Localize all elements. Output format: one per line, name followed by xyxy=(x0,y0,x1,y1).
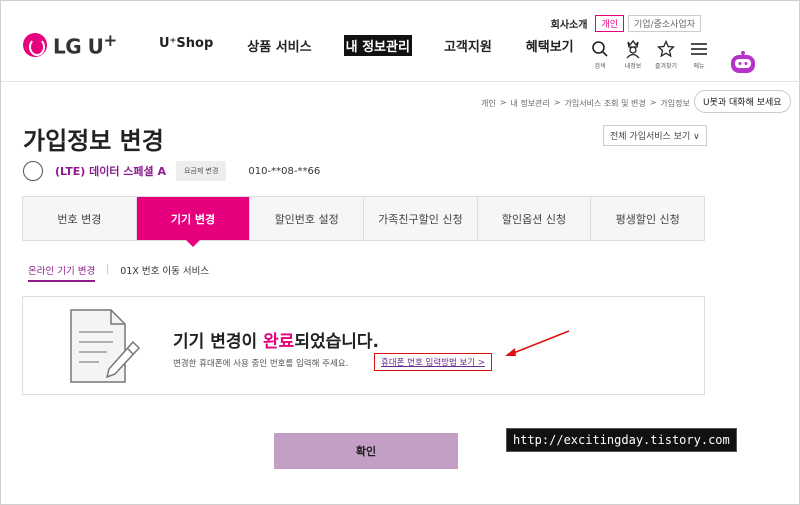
phone-number: 010-**08-**66 xyxy=(248,165,321,177)
menu-icon xyxy=(688,39,710,59)
subtab-online-device-change[interactable]: 온라인 기기 변경 xyxy=(28,263,96,282)
sub-tabs: 온라인 기기 변경 01X 번호 이동 서비스 xyxy=(28,263,209,282)
nav-benefits[interactable]: 혜택보기 xyxy=(524,35,576,56)
nav-my-info[interactable]: 내 정보관리 xyxy=(343,35,412,56)
my-info-button[interactable]: 내정보 xyxy=(622,39,644,70)
logo-plus: + xyxy=(103,31,117,50)
search-icon xyxy=(589,39,611,59)
breadcrumb-item[interactable]: 개인 xyxy=(481,98,496,109)
result-subtext: 변경한 휴대폰에 사용 중인 번호를 입력해 주세요. xyxy=(173,359,349,369)
header-divider xyxy=(1,81,800,82)
tab-device-change[interactable]: 기기 변경 xyxy=(136,197,251,247)
nav-products[interactable]: 상품 서비스 xyxy=(245,35,313,56)
plan-name: (LTE) 데이터 스페셜 A xyxy=(55,165,166,178)
search-button[interactable]: 검색 xyxy=(589,39,611,70)
user-avatar-icon xyxy=(23,161,43,181)
confirm-button[interactable]: 확인 xyxy=(274,433,458,469)
breadcrumb-separator: > xyxy=(649,98,657,107)
result-title-post: 되었습니다. xyxy=(294,332,379,352)
all-services-dropdown[interactable]: 전체 가입서비스 보기 ∨ xyxy=(603,125,707,146)
tab-discount-number[interactable]: 할인번호 설정 xyxy=(250,197,365,240)
result-title-pre: 기기 변경이 xyxy=(173,332,264,352)
page-frame: LG U+ U⁺Shop 상품 서비스 내 정보관리 고객지원 혜택보기 회사소… xyxy=(0,0,800,505)
lg-logo-mark-icon xyxy=(23,32,47,57)
lg-uplus-logo[interactable]: LG U+ xyxy=(23,31,117,59)
nav-support[interactable]: 고객지원 xyxy=(442,35,494,56)
breadcrumb: 개인 > 내 정보관리 > 가입서비스 조회 및 변경 > 가입정보 xyxy=(481,98,690,109)
main-nav: U⁺Shop 상품 서비스 내 정보관리 고객지원 혜택보기 xyxy=(157,35,606,56)
favorites-icon xyxy=(655,39,677,59)
menu-label: 메뉴 xyxy=(693,63,705,70)
util-nav: 회사소개 개인 기업/중소사업자 xyxy=(551,15,701,32)
result-title: 기기 변경이 완료되었습니다. xyxy=(173,327,379,352)
tab-family-discount[interactable]: 가족친구할인 신청 xyxy=(364,197,478,240)
change-plan-button[interactable]: 요금제 변경 xyxy=(175,161,227,181)
result-title-highlight: 완료 xyxy=(263,332,295,352)
my-info-label: 내정보 xyxy=(624,63,642,70)
watermark-url: http://excitingday.tistory.com xyxy=(506,428,737,452)
business-tab[interactable]: 기업/중소사업자 xyxy=(628,15,701,32)
breadcrumb-item[interactable]: 가입서비스 조회 및 변경 xyxy=(564,98,645,109)
tab-lifetime-discount[interactable]: 평생할인 신청 xyxy=(591,197,704,240)
header-icons: 검색 내정보 즐겨찾기 메뉴 xyxy=(589,39,710,70)
favorites-button[interactable]: 즐겨찾기 xyxy=(655,39,677,70)
breadcrumb-separator: > xyxy=(553,98,561,107)
plan-info: (LTE) 데이터 스페셜 A 요금제 변경 010-**08-**66 xyxy=(23,161,320,181)
tab-discount-option[interactable]: 할인옵션 신청 xyxy=(478,197,592,240)
breadcrumb-item: 가입정보 xyxy=(660,99,690,108)
service-tabs: 번호 변경 기기 변경 할인번호 설정 가족친구할인 신청 할인옵션 신청 평생… xyxy=(22,196,705,247)
result-box: 기기 변경이 완료되었습니다. 변경한 휴대폰에 사용 중인 번호를 입력해 주… xyxy=(22,296,705,395)
search-label: 검색 xyxy=(594,63,606,70)
document-edit-icon xyxy=(67,306,143,388)
my-info-icon xyxy=(622,39,644,59)
nav-ushop[interactable]: U⁺Shop xyxy=(157,35,215,56)
personal-tab[interactable]: 개인 xyxy=(595,15,624,32)
tab-number-change[interactable]: 번호 변경 xyxy=(23,197,137,240)
breadcrumb-item[interactable]: 내 정보관리 xyxy=(510,98,549,109)
logo-text: LG U xyxy=(53,34,104,59)
subtab-01x-number-transfer[interactable]: 01X 번호 이동 서비스 xyxy=(120,263,209,282)
breadcrumb-separator: > xyxy=(499,98,507,107)
chatbot-bubble[interactable]: U봇과 대화해 보세요 xyxy=(694,90,791,113)
number-input-guide-link[interactable]: 휴대폰 번호 입력방법 보기 > xyxy=(374,353,492,371)
red-arrow-annotation xyxy=(505,330,570,356)
subtab-divider xyxy=(107,264,109,274)
company-link[interactable]: 회사소개 xyxy=(551,16,588,31)
favorites-label: 즐겨찾기 xyxy=(655,63,678,70)
menu-button[interactable]: 메뉴 xyxy=(688,39,710,70)
chatbot-robot-icon[interactable] xyxy=(730,51,756,75)
page-title: 가입정보 변경 xyxy=(23,127,164,155)
